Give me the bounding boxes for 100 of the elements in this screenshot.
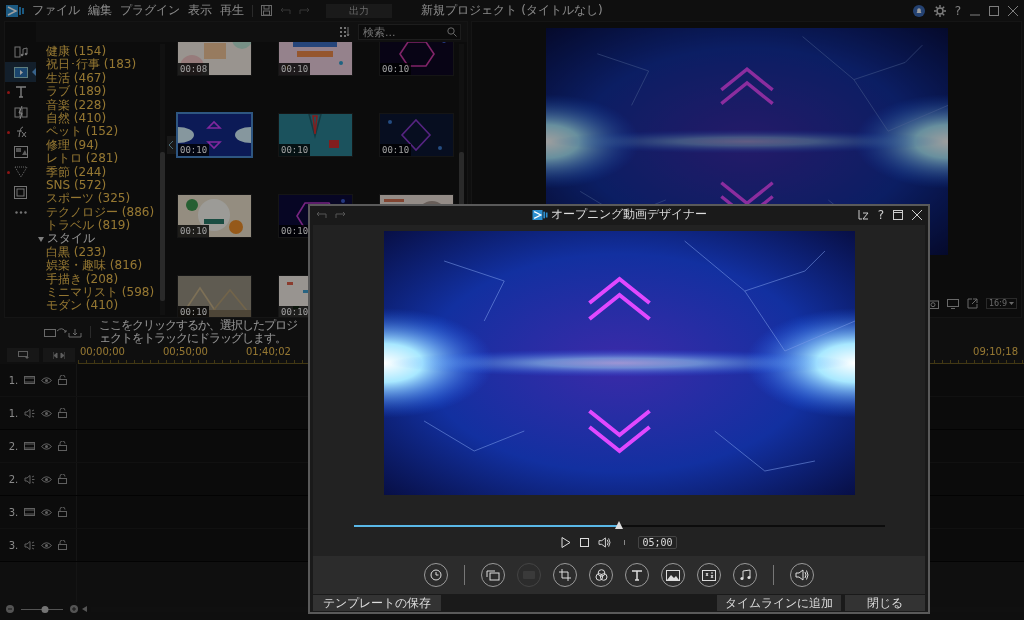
add-track-icon <box>17 351 29 359</box>
lock-icon[interactable] <box>58 507 68 517</box>
lock-icon[interactable] <box>58 474 68 484</box>
lock-icon[interactable] <box>58 540 68 550</box>
film-icon <box>24 376 36 384</box>
search-input[interactable]: 検索... <box>359 25 447 39</box>
eye-icon[interactable] <box>41 475 53 483</box>
scroll-left-icon[interactable] <box>82 606 87 612</box>
sort-icon[interactable] <box>340 27 350 37</box>
eye-icon[interactable] <box>41 508 53 516</box>
caret-icon <box>1009 302 1014 305</box>
duration-label: 00:10 <box>178 225 210 237</box>
template-card[interactable]: 00:10 <box>177 275 252 317</box>
zoom-out-icon[interactable] <box>6 605 14 613</box>
lock-icon[interactable] <box>58 408 68 418</box>
export-button[interactable]: 出力 <box>326 3 392 18</box>
close-icon[interactable] <box>1008 5 1018 16</box>
eye-icon[interactable] <box>41 541 53 549</box>
category-item[interactable]: モダン (410) <box>46 299 160 313</box>
add-to-timeline-button[interactable]: タイムラインに追加 <box>717 595 841 611</box>
stop-icon[interactable] <box>580 538 590 547</box>
category-item[interactable]: 季節 (244) <box>46 165 160 179</box>
category-item[interactable]: 娯楽・趣味 (816) <box>46 259 160 273</box>
insert-track-icon[interactable] <box>44 326 82 338</box>
category-item[interactable]: 手描き (208) <box>46 272 160 287</box>
bell-icon[interactable] <box>912 4 925 17</box>
category-item[interactable]: 健康 (154) <box>46 45 160 59</box>
save-template-button[interactable]: テンプレートの保存 <box>313 595 441 611</box>
redo-icon[interactable] <box>335 210 346 219</box>
save-icon[interactable] <box>261 5 272 16</box>
zigzag-icon[interactable] <box>857 209 869 220</box>
text-icon <box>631 569 643 581</box>
help-button[interactable]: ? <box>877 208 884 221</box>
duration-label: 00:10 <box>178 144 210 156</box>
category-item[interactable]: レトロ (281) <box>46 152 160 166</box>
eye-icon[interactable] <box>41 442 53 450</box>
category-item[interactable]: ラブ (189) <box>46 85 160 99</box>
settings-icon[interactable] <box>933 4 946 17</box>
track-number: 2. <box>8 440 19 452</box>
track-number: 1. <box>8 407 19 419</box>
play-icon[interactable] <box>561 537 572 548</box>
template-card[interactable]: 00:10 <box>278 42 353 76</box>
category-item[interactable]: 自然 (410) <box>46 111 160 126</box>
lock-icon[interactable] <box>58 441 68 451</box>
category-item[interactable]: ペット (152) <box>46 125 160 139</box>
template-card[interactable]: 00:10 <box>379 113 454 157</box>
eye-icon[interactable] <box>41 376 53 384</box>
external-icon[interactable] <box>967 298 979 309</box>
category-item[interactable]: トラベル (819) <box>46 219 160 233</box>
menu-item[interactable]: 再生 <box>220 2 244 19</box>
category-item[interactable]: 生活 (467) <box>46 71 160 86</box>
template-card[interactable]: 00:10 <box>177 194 252 238</box>
volume-icon[interactable] <box>598 537 612 548</box>
duration-label: 00:10 <box>279 63 311 75</box>
menu-item[interactable]: 編集 <box>88 2 112 19</box>
template-card[interactable]: 00:08 <box>177 42 252 76</box>
menu-item[interactable]: 表示 <box>188 2 212 19</box>
track-manager-button[interactable] <box>7 348 39 362</box>
category-item[interactable]: テクノロジー (886) <box>46 205 160 220</box>
speaker-icon <box>795 569 809 581</box>
track-number: 3. <box>8 539 19 551</box>
film-icon <box>24 442 36 450</box>
category-item[interactable]: ミニマリスト (598) <box>46 286 160 300</box>
close-button[interactable]: 閉じる <box>845 595 925 611</box>
timeline-hint[interactable]: ここをクリックするか、選択したプロジェクトをトラックにドラッグします。 <box>99 319 305 345</box>
eye-icon[interactable] <box>41 409 53 417</box>
category-item[interactable]: SNS (572) <box>46 178 160 193</box>
monitor-icon[interactable] <box>947 298 960 309</box>
template-card[interactable]: 00:10 <box>278 113 353 157</box>
fit-button[interactable] <box>43 348 75 362</box>
duration-label: 00:10 <box>178 306 210 317</box>
aspect-select[interactable]: 16:9 <box>986 298 1017 309</box>
clock-icon <box>430 569 442 581</box>
duration-label: 00:10 <box>380 63 412 75</box>
zoom-in-icon[interactable] <box>70 605 78 613</box>
category-item[interactable]: 音楽 (228) <box>46 98 160 112</box>
search-icon[interactable] <box>447 27 457 37</box>
search-field[interactable]: 検索... <box>358 24 461 40</box>
help-button[interactable]: ? <box>954 4 961 17</box>
close-icon[interactable] <box>912 209 922 220</box>
overlay-icon <box>13 146 28 158</box>
category-item[interactable]: 祝日･行事 (183) <box>46 58 160 72</box>
library-tab[interactable] <box>5 62 36 82</box>
category-group[interactable]: スタイル <box>38 232 160 246</box>
maximize-icon[interactable] <box>893 209 903 220</box>
replace-icon <box>486 569 500 581</box>
maximize-icon[interactable] <box>989 5 999 16</box>
lock-icon[interactable] <box>58 375 68 385</box>
template-card[interactable]: 00:10 <box>177 113 252 157</box>
category-item[interactable]: スポーツ (325) <box>46 192 160 206</box>
category-item[interactable]: 修理 (94) <box>46 138 160 153</box>
menu-item[interactable]: プラグイン <box>120 2 180 19</box>
template-card[interactable]: 00:10 <box>379 42 454 76</box>
category-item[interactable]: 白黒 (233) <box>46 245 160 260</box>
undo-icon[interactable] <box>316 210 327 219</box>
collapse-button[interactable] <box>167 136 176 154</box>
app-logo-icon <box>531 209 548 220</box>
ruler-time: 09;10;18 <box>972 346 1019 359</box>
menu-item[interactable]: ファイル <box>32 2 80 19</box>
seek-thumb[interactable] <box>615 521 623 529</box>
